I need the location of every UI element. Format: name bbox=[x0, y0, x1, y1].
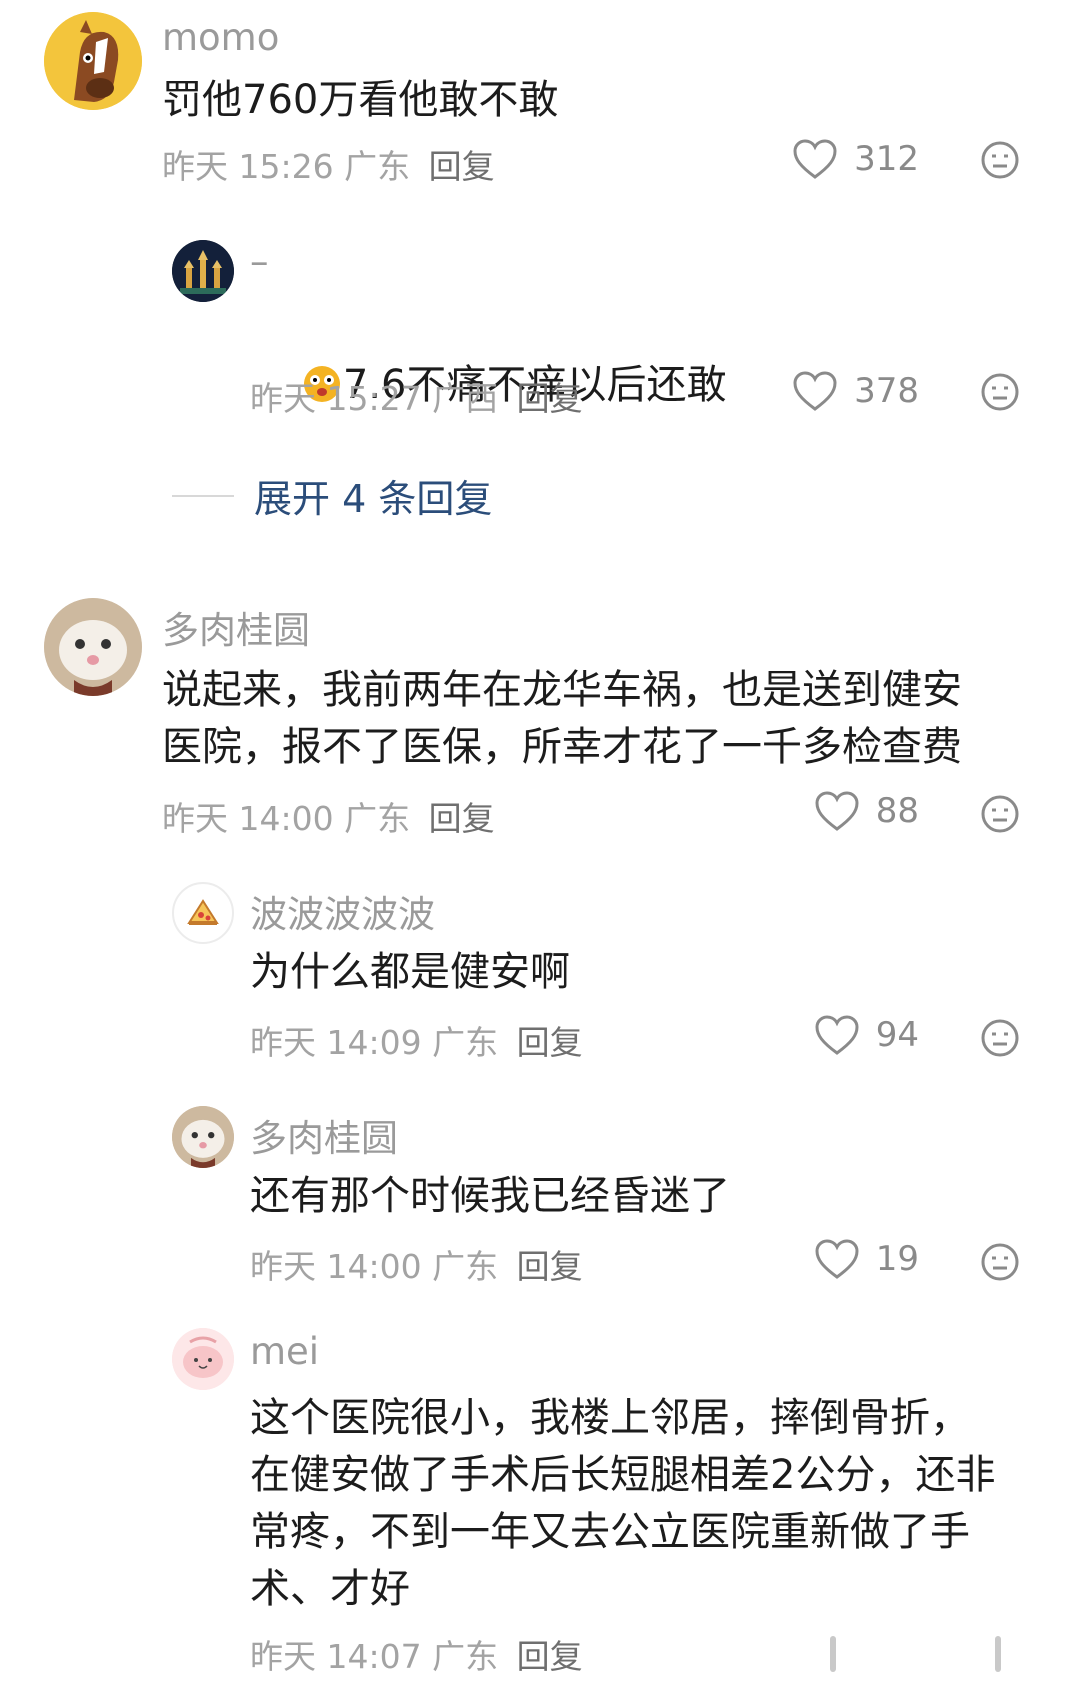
location: 广东 bbox=[432, 1023, 499, 1062]
dislike-face-icon[interactable] bbox=[995, 1636, 1001, 1672]
pink-blob-avatar-icon bbox=[172, 1328, 234, 1390]
timestamp: 昨天 15:27 bbox=[250, 379, 422, 418]
reply-button[interactable]: 回复 bbox=[517, 1637, 583, 1676]
like-count: 88 bbox=[875, 791, 919, 831]
dislike-face-icon[interactable] bbox=[980, 794, 1020, 834]
dislike-face-icon[interactable] bbox=[980, 1018, 1020, 1058]
reply-button[interactable]: 回复 bbox=[429, 147, 495, 186]
timestamp: 昨天 14:00 bbox=[162, 799, 334, 838]
comment-text: 罚他760万看他敢不敢 bbox=[162, 77, 559, 123]
cat-avatar-icon bbox=[172, 1106, 234, 1168]
username[interactable]: 多肉桂圆 bbox=[250, 1108, 398, 1162]
like-count: 312 bbox=[854, 139, 919, 179]
heart-icon bbox=[815, 791, 859, 831]
like-button[interactable]: 19 bbox=[814, 1238, 919, 1280]
heart-icon bbox=[815, 1015, 859, 1055]
reply-button[interactable]: 回复 bbox=[517, 1247, 583, 1286]
heart-icon bbox=[815, 1239, 859, 1279]
location: 广东 bbox=[432, 1247, 499, 1286]
pizza-avatar-icon bbox=[187, 899, 219, 925]
like-button[interactable]: 378 bbox=[792, 370, 919, 412]
comment-text: 为什么都是健安啊 bbox=[250, 949, 570, 995]
comment-text: 还有那个时候我已经昏迷了 bbox=[250, 1173, 730, 1219]
username[interactable]: mei bbox=[250, 1330, 319, 1373]
username[interactable]: 波波波波波 bbox=[250, 884, 435, 938]
expand-replies-label: 展开 4 条回复 bbox=[254, 477, 493, 521]
comment-meta: 昨天 14:09 广东 回复 bbox=[250, 1016, 583, 1064]
username[interactable]: 多肉桂圆 bbox=[162, 600, 310, 654]
like-count: 19 bbox=[875, 1239, 919, 1279]
comment-meta: 昨天 15:26 广东 回复 bbox=[162, 140, 495, 188]
reply-button[interactable]: 回复 bbox=[517, 379, 583, 418]
heart-icon bbox=[793, 139, 837, 179]
dislike-face-icon[interactable] bbox=[980, 372, 1020, 412]
like-count: 378 bbox=[854, 371, 919, 411]
divider bbox=[172, 494, 234, 497]
castle-night-avatar-icon bbox=[172, 240, 234, 302]
dislike-face-icon[interactable] bbox=[980, 1242, 1020, 1282]
cat-avatar-icon bbox=[44, 598, 142, 696]
reply-button[interactable]: 回复 bbox=[429, 799, 495, 838]
horse-avatar-icon bbox=[44, 12, 142, 110]
comment-meta: 昨天 15:27 广西 回复 bbox=[250, 372, 583, 420]
reply-button[interactable]: 回复 bbox=[517, 1023, 583, 1062]
location: 广东 bbox=[344, 799, 411, 838]
avatar[interactable] bbox=[44, 12, 142, 110]
avatar[interactable] bbox=[172, 240, 234, 302]
timestamp: 昨天 14:00 bbox=[250, 1247, 422, 1286]
comment-meta: 昨天 14:00 广东 回复 bbox=[162, 792, 495, 840]
comment-meta: 昨天 14:00 广东 回复 bbox=[250, 1240, 583, 1288]
timestamp: 昨天 14:09 bbox=[250, 1023, 422, 1062]
avatar[interactable] bbox=[44, 598, 142, 696]
location: 广东 bbox=[432, 1637, 499, 1676]
avatar[interactable] bbox=[172, 882, 234, 944]
dislike-face-icon[interactable] bbox=[980, 140, 1020, 180]
username[interactable]: momo bbox=[162, 16, 279, 59]
avatar[interactable] bbox=[172, 1328, 234, 1390]
like-button[interactable]: 88 bbox=[814, 790, 919, 832]
location: 广西 bbox=[432, 379, 499, 418]
comment-text: 说起来，我前两年在龙华车祸，也是送到健安 医院，报不了医保，所幸才花了一千多检查… bbox=[162, 667, 962, 770]
comment-text: 这个医院很小，我楼上邻居，摔倒骨折， 在健安做了手术后长短腿相差2公分，还非 常… bbox=[250, 1395, 996, 1612]
avatar[interactable] bbox=[172, 1106, 234, 1168]
like-button[interactable] bbox=[830, 1636, 836, 1672]
like-button[interactable]: 312 bbox=[792, 138, 919, 180]
like-button[interactable]: 94 bbox=[814, 1014, 919, 1056]
like-count: 94 bbox=[875, 1015, 919, 1055]
timestamp: 昨天 15:26 bbox=[162, 147, 334, 186]
username[interactable]: – bbox=[250, 240, 269, 283]
heart-icon bbox=[793, 371, 837, 411]
comment-meta: 昨天 14:07 广东 回复 bbox=[250, 1630, 583, 1678]
location: 广东 bbox=[344, 147, 411, 186]
expand-replies-button[interactable]: 展开 4 条回复 bbox=[172, 468, 492, 523]
timestamp: 昨天 14:07 bbox=[250, 1637, 422, 1676]
